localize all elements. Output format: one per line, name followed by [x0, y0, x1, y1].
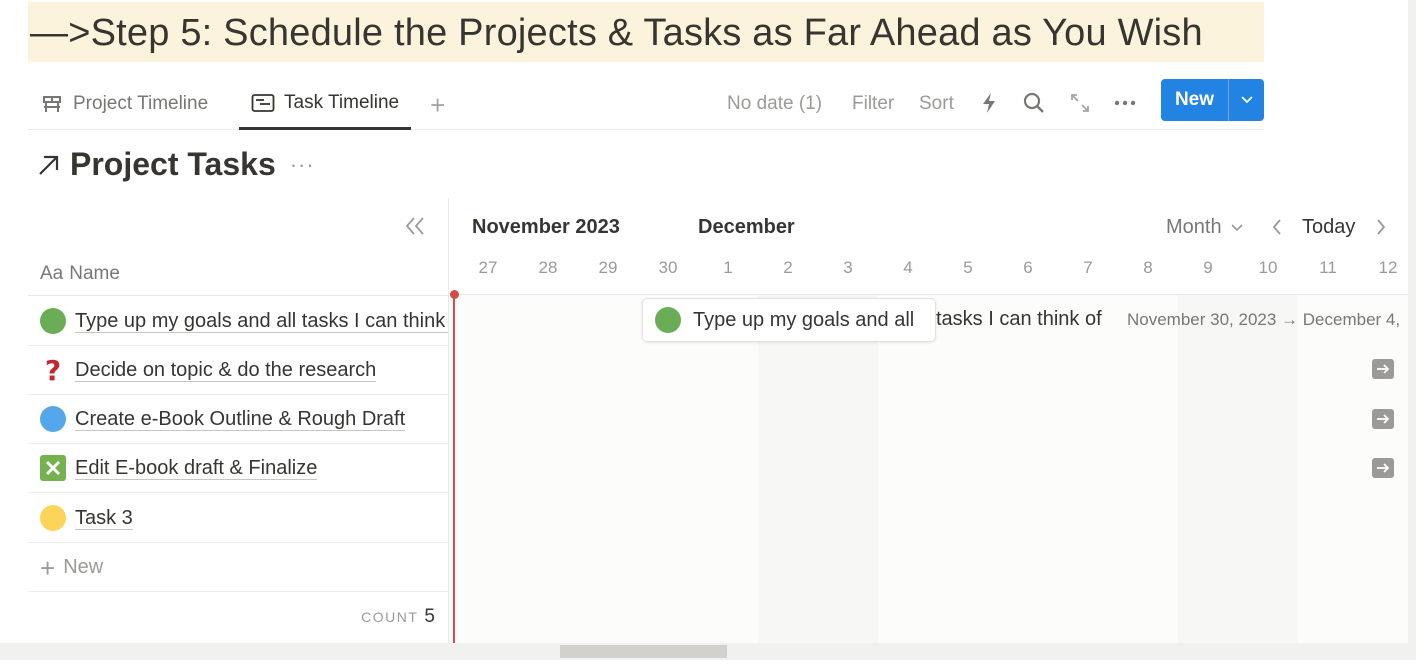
row-name: Decide on topic & do the research [75, 358, 377, 382]
day-label: 9 [1203, 258, 1213, 277]
search-icon[interactable] [1019, 88, 1049, 118]
day-label: 28 [538, 258, 558, 277]
day-label: 7 [1083, 258, 1093, 277]
day-label: 6 [1023, 258, 1033, 277]
month-label: December [698, 216, 795, 238]
green-circle-icon [40, 308, 66, 334]
collapse-table-icon[interactable] [404, 212, 426, 243]
view-tabs-bar: Project Timeline Task Timeline + No date… [28, 78, 1264, 130]
row-name: Edit E-book draft & Finalize [75, 456, 318, 480]
task-card-title-overflow: tasks I can think of [936, 308, 1102, 330]
name-column-label: Name [69, 262, 120, 284]
text-property-icon: Aa [40, 262, 64, 284]
table-row[interactable]: Task 3 [28, 494, 448, 543]
go-to-task-icon[interactable] [1372, 458, 1394, 478]
tab-project-timeline[interactable]: Project Timeline [40, 78, 208, 130]
table-row[interactable]: Type up my goals and all tasks I can thi… [28, 297, 448, 346]
timeline-task-card[interactable]: Type up my goals and all [642, 298, 936, 342]
day-label: 3 [843, 258, 853, 277]
day-label: 2 [783, 258, 793, 277]
go-to-task-icon[interactable] [1372, 359, 1394, 379]
day-label: 11 [1319, 258, 1337, 277]
next-period-icon[interactable] [1376, 218, 1386, 241]
horizontal-scrollbar[interactable] [0, 643, 1416, 660]
day-label: 4 [903, 258, 913, 277]
row-name: Create e-Book Outline & Rough Draft [75, 407, 406, 431]
filter-button[interactable]: Filter [852, 90, 894, 118]
day-label: 27 [478, 258, 498, 277]
vertical-scrollbar[interactable] [1408, 0, 1416, 643]
month-label: November 2023 [472, 216, 620, 238]
tab-task-timeline[interactable]: Task Timeline [239, 78, 412, 130]
green-circle-icon [655, 307, 681, 333]
tab-label: Task Timeline [284, 91, 400, 113]
day-label: 30 [658, 258, 678, 277]
day-label: 12 [1378, 258, 1398, 277]
day-label: 29 [598, 258, 618, 277]
count-label: COUNT [361, 609, 419, 625]
timeline-icon [40, 92, 64, 116]
new-button[interactable]: New [1161, 79, 1264, 121]
add-view-button[interactable]: + [430, 90, 445, 121]
question-mark-icon: ? [40, 356, 66, 384]
lightning-icon[interactable] [974, 88, 1004, 118]
weekend-shade [758, 295, 878, 643]
database-title: Project Tasks ··· [36, 146, 315, 183]
more-icon[interactable] [1110, 88, 1140, 118]
day-label: 1 [723, 258, 733, 277]
task-card-title: Type up my goals and all [693, 308, 915, 331]
day-header-divider [450, 294, 1408, 295]
today-marker [453, 293, 455, 643]
link-arrow-icon [36, 152, 62, 178]
svg-text:?: ? [45, 356, 61, 384]
go-to-task-icon[interactable] [1372, 409, 1394, 429]
page-heading-block: —>Step 5: Schedule the Projects & Tasks … [28, 2, 1264, 62]
chevron-down-icon [1231, 224, 1243, 231]
cross-box-icon [40, 455, 66, 481]
expand-icon[interactable] [1065, 88, 1095, 118]
sort-button[interactable]: Sort [919, 90, 954, 118]
name-column-header[interactable]: Aa Name [28, 252, 448, 296]
day-label: 10 [1258, 258, 1278, 277]
count-summary[interactable]: COUNT 5 [361, 606, 435, 628]
previous-period-icon[interactable] [1272, 218, 1282, 241]
timeline-panel[interactable]: November 2023 December Month Today 27 28 2… [450, 198, 1408, 643]
row-name: Task 3 [75, 506, 133, 530]
yellow-circle-icon [40, 505, 66, 531]
zoom-label: Month [1166, 216, 1222, 238]
table-panel: Aa Name Type up my goals and all tasks I… [28, 198, 449, 643]
no-date-button[interactable]: No date (1) [727, 90, 822, 118]
weekend-shade [1178, 295, 1298, 643]
day-label: 8 [1143, 258, 1153, 277]
database-title-text[interactable]: Project Tasks [70, 146, 276, 183]
table-row[interactable]: Create e-Book Outline & Rough Draft [28, 395, 448, 444]
database-more-icon[interactable]: ··· [290, 152, 315, 178]
count-value: 5 [424, 606, 435, 627]
task-card-dates: November 30, 2023 → December 4, [1127, 310, 1401, 329]
table-row[interactable]: Edit E-book draft & Finalize [28, 444, 448, 493]
page-heading: —>Step 5: Schedule the Projects & Tasks … [30, 12, 1203, 54]
day-label: 5 [963, 258, 973, 277]
blue-circle-icon [40, 406, 66, 432]
horizontal-scrollbar-thumb[interactable] [560, 645, 727, 658]
today-marker-dot [450, 290, 459, 299]
table-row[interactable]: ? Decide on topic & do the research [28, 346, 448, 395]
new-button-label: New [1161, 79, 1229, 121]
plus-icon: + [40, 552, 56, 583]
list-timeline-icon [251, 91, 275, 115]
tab-label: Project Timeline [73, 93, 209, 114]
chevron-down-icon[interactable] [1229, 79, 1264, 121]
add-row-button[interactable]: + New [28, 544, 448, 592]
row-name: Type up my goals and all tasks I can thi… [75, 310, 448, 333]
add-row-label: New [63, 556, 104, 578]
today-button[interactable]: Today [1302, 216, 1355, 239]
zoom-select[interactable]: Month [1166, 216, 1243, 239]
